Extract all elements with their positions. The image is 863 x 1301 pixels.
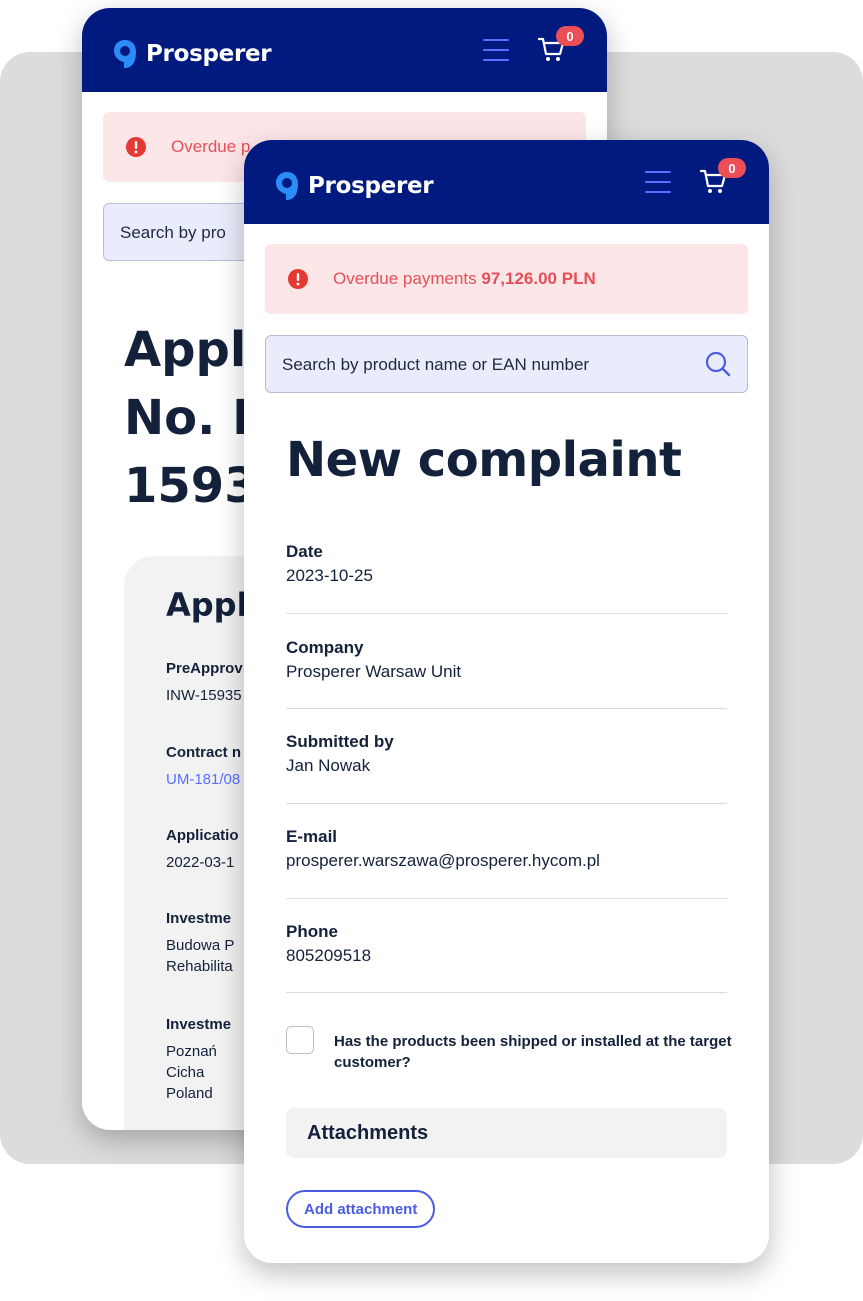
alert-exclamation-icon — [126, 137, 146, 157]
shipped-checkbox-label[interactable]: Has the products been shipped or install… — [334, 1031, 736, 1073]
app-header: Prosperer 0 — [244, 140, 769, 224]
phone-field: Phone 805209518 — [286, 922, 727, 966]
field-contract: Contract n UM-181/08 — [166, 744, 241, 790]
field-label: Phone — [286, 922, 338, 941]
date-field: Date 2023-10-25 — [286, 542, 727, 586]
value-line: Poznań — [166, 1043, 217, 1060]
field-label: Date — [286, 542, 323, 561]
field-value: Jan Nowak — [286, 756, 371, 775]
divider — [286, 613, 727, 614]
value-line: Budowa P — [166, 937, 235, 954]
field-value: Budowa P Rehabilita — [166, 935, 234, 977]
field-investment-name: Investme Budowa P Rehabilita — [166, 910, 234, 977]
hamburger-menu-icon[interactable] — [645, 171, 671, 193]
add-attachment-button[interactable]: Add attachment — [286, 1190, 436, 1228]
divider — [286, 992, 727, 993]
overdue-alert: Overdue payments 97,126.00 PLN — [265, 244, 748, 314]
search-placeholder: Search by product name or EAN number — [282, 355, 590, 374]
search-placeholder: Search by pro — [120, 223, 226, 242]
divider — [286, 898, 727, 899]
field-label: Investme — [166, 1016, 232, 1033]
brand-name: Prosperer — [308, 173, 434, 199]
field-label: Investme — [166, 910, 232, 927]
prosperer-logo-icon — [114, 40, 136, 68]
attachments-title: Attachments — [307, 1122, 429, 1144]
field-label: Applicatio — [166, 827, 239, 844]
front-phone-screen: Prosperer 0 Overdue payments 97,126.00 P… — [244, 140, 769, 1263]
overdue-amount: 97,126.00 PLN — [481, 269, 596, 288]
search-input[interactable]: Search by product name or EAN number — [265, 335, 748, 393]
field-value: 2022-03-1 — [166, 854, 235, 871]
submitted-by-field: Submitted by Jan Nowak — [286, 732, 727, 776]
field-label: Contract n — [166, 744, 241, 761]
brand-logo[interactable]: Prosperer — [274, 170, 434, 202]
cart-count-badge: 0 — [556, 26, 584, 46]
contract-link[interactable]: UM-181/08 — [166, 769, 241, 790]
field-value: Prosperer Warsaw Unit — [286, 662, 462, 681]
value-line: Rehabilita — [166, 958, 233, 975]
field-value: 2023-10-25 — [286, 566, 373, 585]
cart-button[interactable]: 0 — [536, 26, 584, 68]
alert-label: Overdue payments — [333, 269, 477, 288]
cart-count-badge: 0 — [718, 158, 746, 178]
field-label: PreApprov — [166, 660, 243, 677]
alert-exclamation-icon — [288, 269, 308, 289]
app-header: Prosperer 0 — [82, 8, 607, 92]
attachments-section: Attachments — [286, 1108, 727, 1158]
field-label: E-mail — [286, 827, 338, 846]
divider — [286, 803, 727, 804]
prosperer-logo-icon — [276, 172, 298, 200]
shipped-checkbox[interactable] — [286, 1026, 314, 1054]
divider — [286, 708, 727, 709]
field-value: Poznań Cicha Poland — [166, 1041, 231, 1104]
field-application-date: Applicatio 2022-03-1 — [166, 827, 239, 873]
company-field: Company Prosperer Warsaw Unit — [286, 638, 727, 682]
field-label: Submitted by — [286, 732, 394, 751]
field-value: INW-15935 — [166, 687, 242, 704]
field-investment-address: Investme Poznań Cicha Poland — [166, 1016, 231, 1104]
cart-button[interactable]: 0 — [698, 158, 746, 200]
alert-text: Overdue payments 97,126.00 PLN — [333, 269, 596, 289]
field-label: Company — [286, 638, 364, 657]
email-field: E-mail prosperer.warszawa@prosperer.hyco… — [286, 827, 727, 871]
search-icon[interactable] — [704, 350, 732, 378]
brand-name: Prosperer — [146, 41, 272, 67]
field-value: prosperer.warszawa@prosperer.hycom.pl — [286, 851, 600, 870]
value-line: Cicha — [166, 1064, 205, 1081]
field-value: 805209518 — [286, 946, 372, 965]
page-title: New complaint — [286, 432, 682, 488]
field-preapproval: PreApprov INW-15935 — [166, 660, 243, 706]
brand-logo[interactable]: Prosperer — [112, 38, 272, 70]
value-line: Poland — [166, 1085, 213, 1102]
shipped-checkbox-row: Has the products been shipped or install… — [286, 1026, 736, 1073]
alert-text: Overdue p — [171, 137, 251, 156]
hamburger-menu-icon[interactable] — [483, 39, 509, 61]
